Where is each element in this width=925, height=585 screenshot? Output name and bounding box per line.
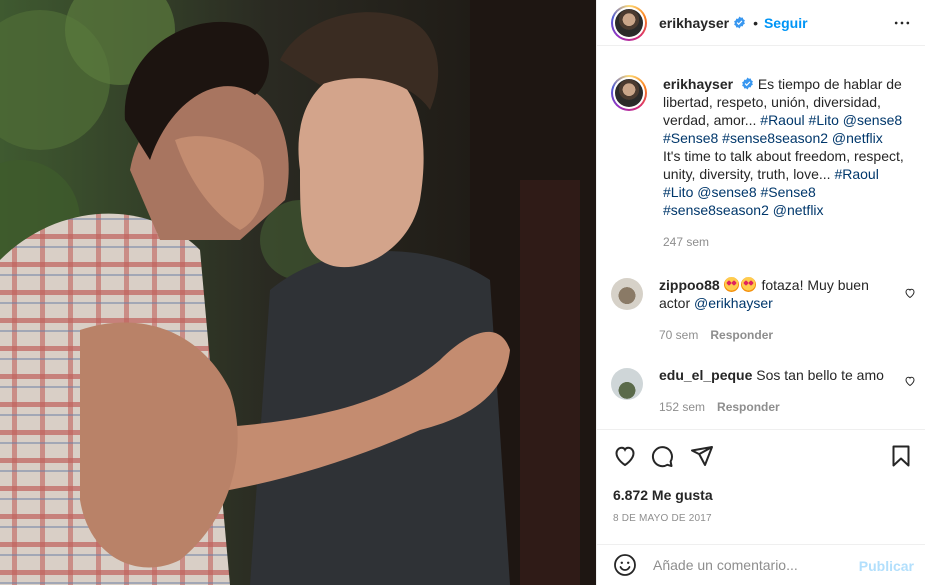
add-comment-bar: Publicar [597, 544, 925, 585]
action-icons [613, 444, 913, 470]
reply-button[interactable]: Responder [717, 400, 780, 414]
post-photo[interactable] [0, 0, 596, 585]
caption-avatar[interactable] [611, 75, 647, 111]
post-date[interactable]: 8 DE MAYO DE 2017 [613, 513, 712, 524]
comment-text: Sos tan bello te amo [756, 367, 884, 383]
post-panel: erikhayser • Seguir erikhayser Es tiempo… [596, 0, 925, 585]
author-avatar[interactable] [611, 4, 647, 41]
likes-count[interactable]: 6.872 Me gusta [613, 487, 713, 503]
publish-button[interactable]: Publicar [859, 558, 914, 574]
verified-badge-icon [742, 77, 753, 90]
post-image [0, 0, 596, 585]
more-options-icon[interactable] [892, 13, 912, 33]
heart-icon[interactable] [613, 444, 637, 468]
add-comment-input[interactable] [653, 557, 853, 573]
caption-username[interactable]: erikhayser [663, 76, 733, 92]
commenter-avatar[interactable] [611, 368, 643, 400]
heart-eyes-emoji-icon [740, 277, 756, 292]
caption-avatar-image [615, 79, 643, 107]
post-caption: erikhayser Es tiempo de hablar de libert… [611, 75, 911, 251]
bookmark-icon[interactable] [889, 444, 913, 468]
like-comment-heart-icon[interactable] [904, 287, 916, 299]
comment-meta: 70 sem Responder [659, 326, 891, 344]
follow-button[interactable]: Seguir [764, 15, 808, 31]
header-separator: • [753, 14, 758, 31]
post-header: erikhayser • Seguir [597, 0, 925, 46]
like-comment-heart-icon[interactable] [904, 375, 916, 387]
author-username[interactable]: erikhayser [659, 15, 729, 31]
comment-time[interactable]: 152 sem [659, 400, 705, 414]
comments-section[interactable]: erikhayser Es tiempo de hablar de libert… [597, 47, 925, 429]
post-actions: 6.872 Me gusta 8 DE MAYO DE 2017 [597, 429, 925, 544]
comment-item: edu_el_peque Sos tan bello te amo 152 se… [611, 366, 916, 416]
comment-item: zippoo88 fotaza! Muy buen actor @erikhay… [611, 276, 916, 344]
verified-badge-icon [734, 16, 745, 29]
send-icon[interactable] [690, 444, 714, 468]
smile-icon[interactable] [613, 553, 637, 577]
comment-meta: 152 sem Responder [659, 398, 891, 416]
comment-mention[interactable]: @erikhayser [694, 295, 773, 311]
caption-text-block: erikhayser Es tiempo de hablar de libert… [663, 75, 911, 251]
comment-username[interactable]: edu_el_peque [659, 367, 752, 383]
comment-icon[interactable] [650, 444, 674, 468]
commenter-avatar[interactable] [611, 278, 643, 310]
heart-eyes-emoji-icon [723, 277, 739, 292]
comment-username[interactable]: zippoo88 [659, 277, 720, 293]
comment-time[interactable]: 70 sem [659, 328, 698, 342]
caption-timestamp[interactable]: 247 sem [663, 233, 911, 251]
author-avatar-image [615, 8, 643, 37]
reply-button[interactable]: Responder [710, 328, 773, 342]
